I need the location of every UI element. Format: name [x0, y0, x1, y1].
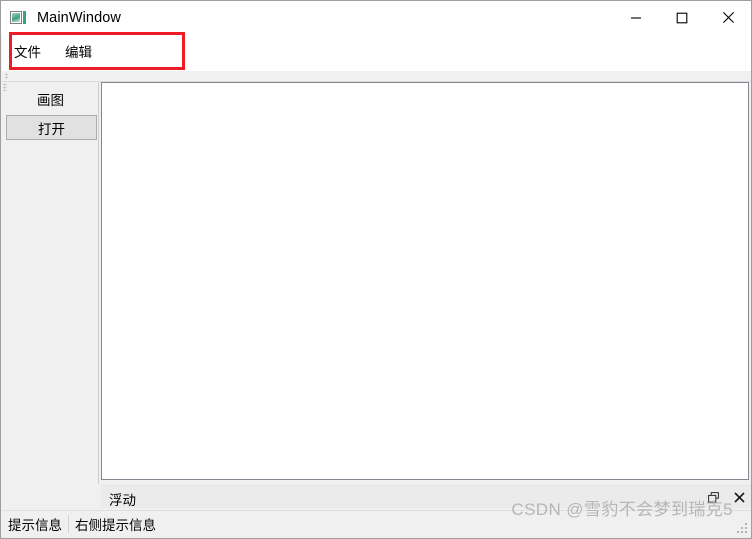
window-controls — [613, 1, 751, 34]
close-icon[interactable] — [705, 1, 751, 34]
toolbar-grip[interactable] — [5, 73, 8, 79]
left-dock-panel: 画图 打开 — [2, 82, 99, 484]
tool-bar — [2, 71, 751, 82]
main-window: MainWindow 文件 编辑 画图 打开 浮动 提示信息 右侧提示信息 CS… — [0, 0, 752, 539]
menu-item-file[interactable]: 文件 — [8, 43, 47, 63]
resize-grip[interactable] — [737, 523, 748, 534]
maximize-icon[interactable] — [659, 1, 705, 34]
close-icon[interactable] — [731, 489, 747, 505]
drawing-canvas[interactable] — [101, 82, 749, 480]
bottom-dock-title: 浮动 — [109, 493, 136, 508]
status-bar: 提示信息 右侧提示信息 — [2, 510, 751, 537]
float-icon[interactable] — [705, 489, 721, 505]
open-button[interactable]: 打开 — [6, 115, 97, 140]
window-title: MainWindow — [37, 9, 121, 26]
title-bar: MainWindow — [1, 1, 751, 34]
bottom-dock-buttons — [705, 489, 747, 505]
status-message-left: 提示信息 — [8, 518, 62, 533]
picture-icon — [10, 10, 28, 26]
minimize-icon[interactable] — [613, 1, 659, 34]
central-area: 画图 打开 浮动 — [2, 82, 751, 509]
left-dock-title: 画图 — [37, 93, 64, 108]
bottom-dock-title-bar: 浮动 — [101, 485, 751, 508]
status-separator — [68, 515, 69, 533]
menu-item-edit[interactable]: 编辑 — [59, 43, 98, 63]
bottom-dock-panel: 浮动 — [101, 485, 751, 509]
menu-bar: 文件 编辑 — [2, 34, 751, 71]
status-message-right: 右侧提示信息 — [75, 518, 156, 533]
